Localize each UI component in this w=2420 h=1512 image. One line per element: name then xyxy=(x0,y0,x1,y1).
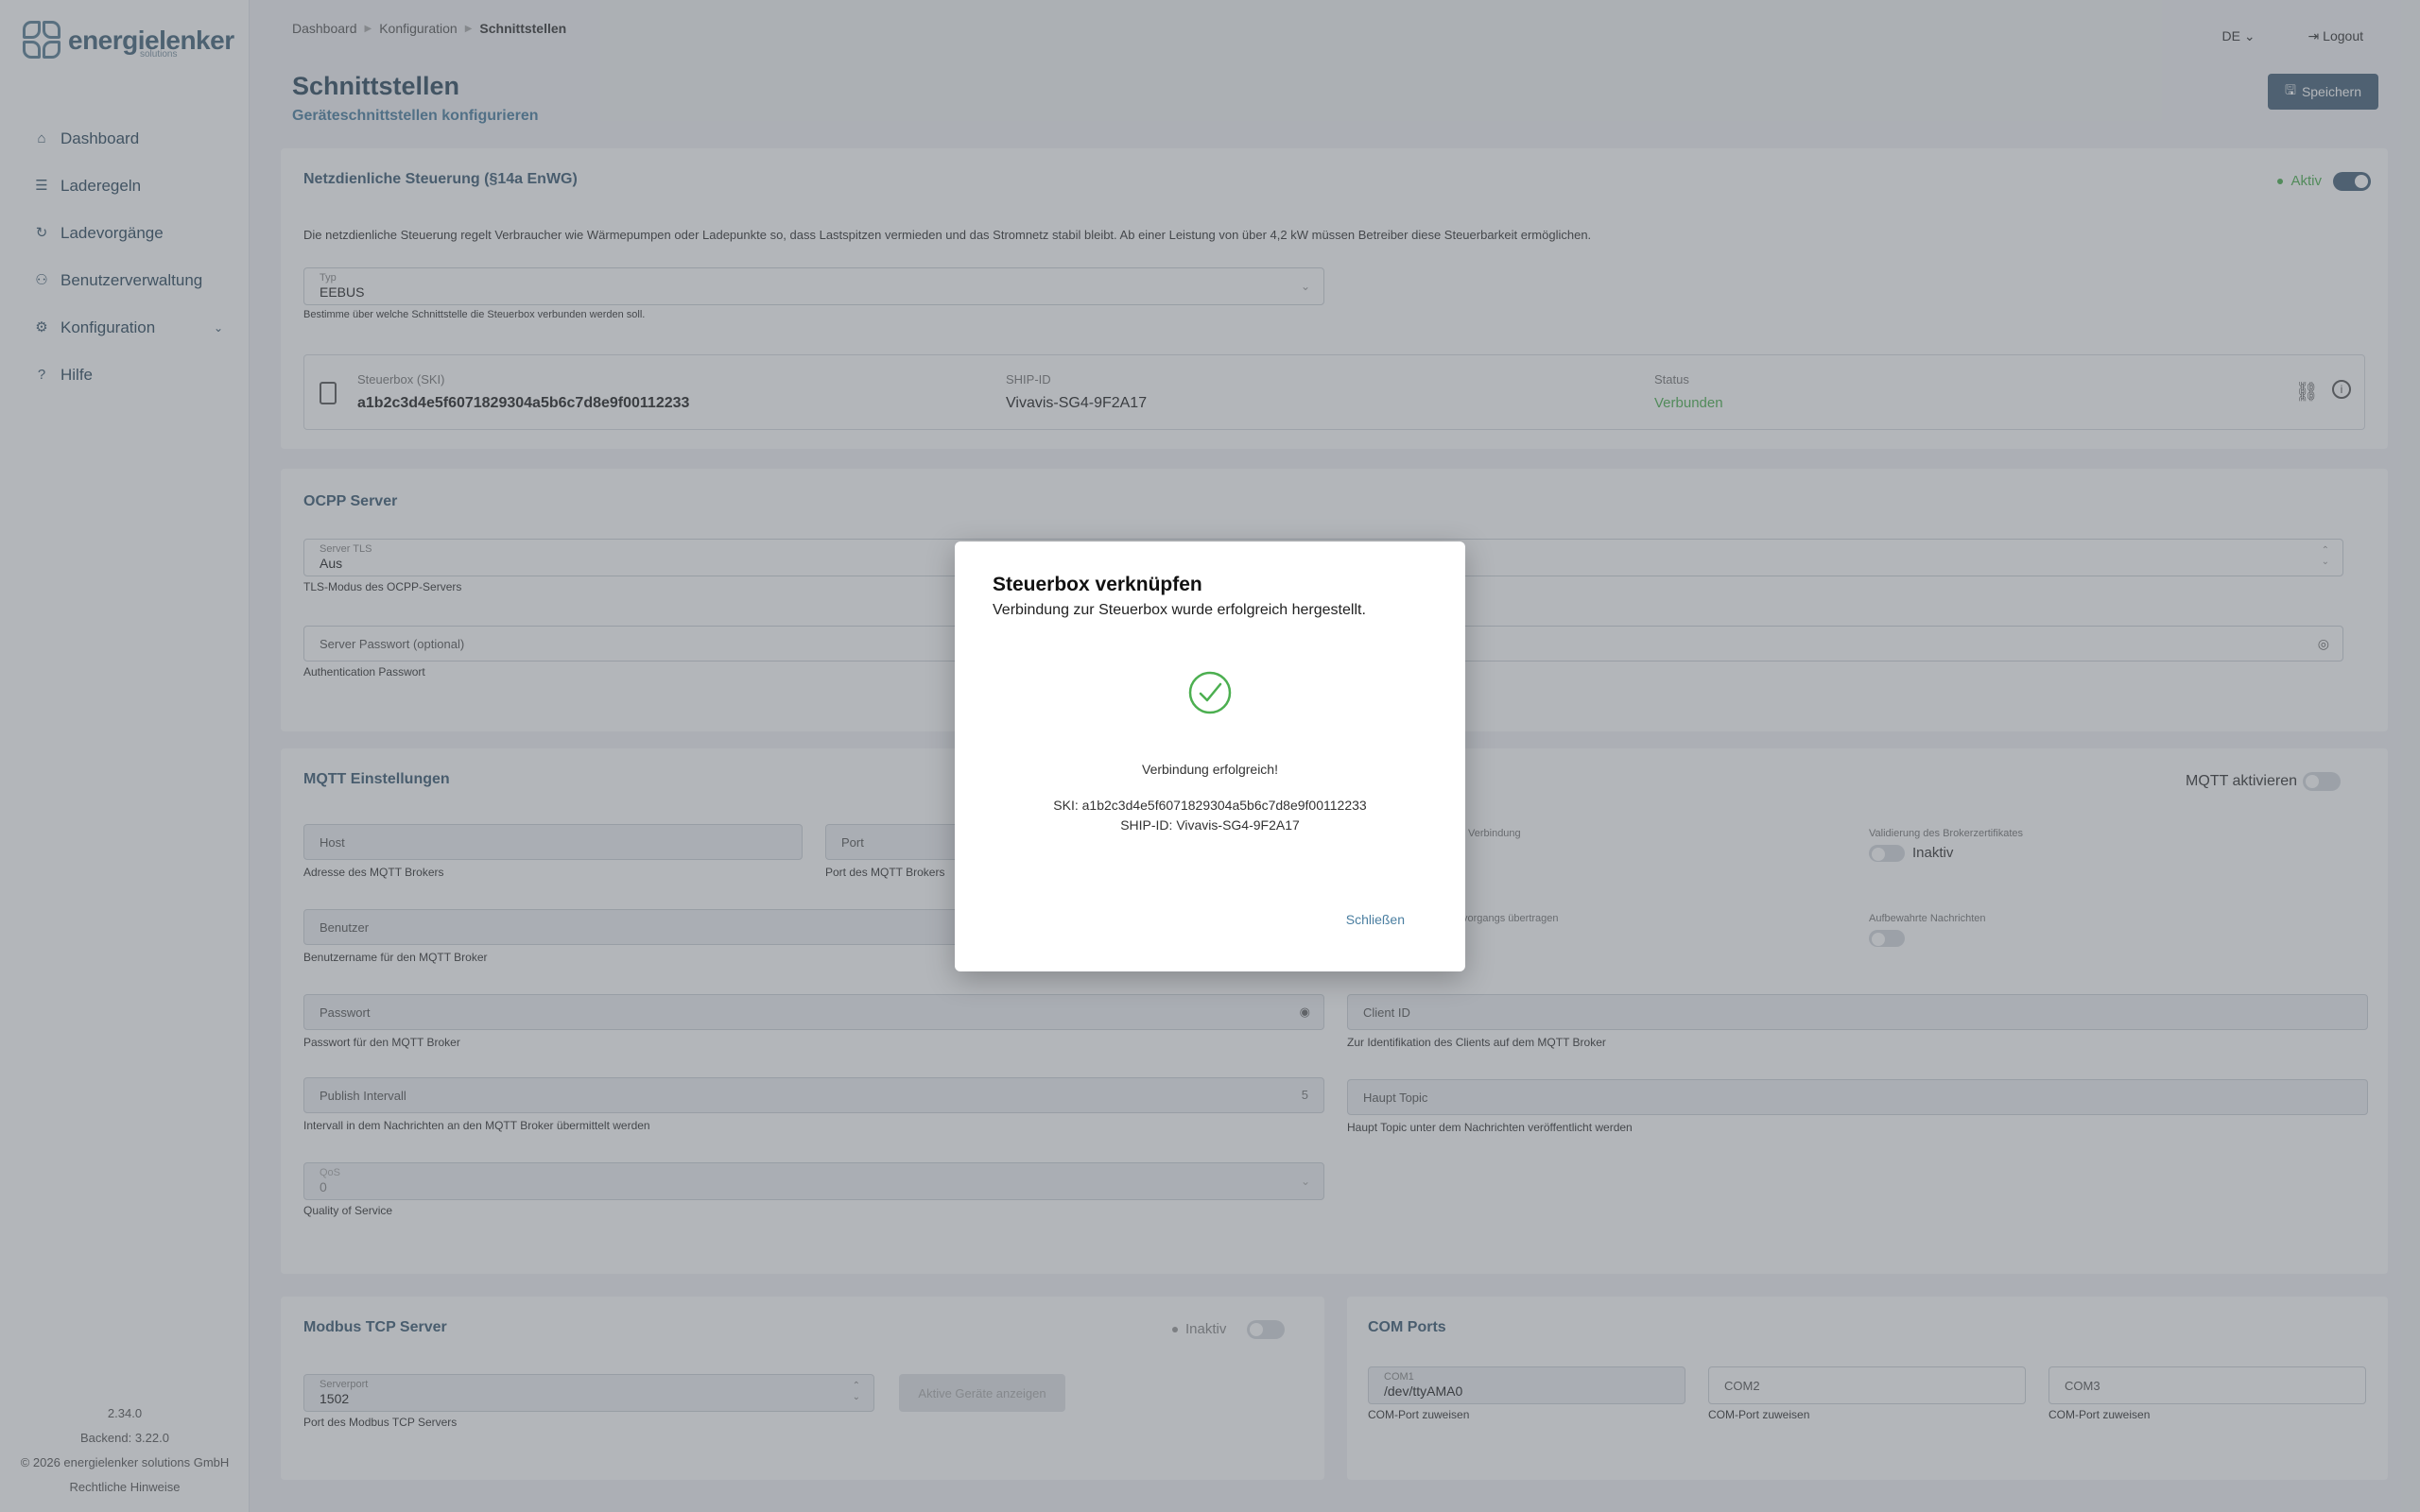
dialog-title: Steuerbox verknüpfen xyxy=(993,574,1202,595)
dialog-success-text: Verbindung erfolgreich! xyxy=(1142,762,1278,777)
success-check-icon xyxy=(1188,671,1232,714)
dialog-ship-id: SHIP-ID: Vivavis-SG4-9F2A17 xyxy=(1120,817,1300,833)
dialog-ski: SKI: a1b2c3d4e5f6071829304a5b6c7d8e9f001… xyxy=(1053,798,1367,813)
close-button[interactable]: Schließen xyxy=(1346,912,1405,927)
steuerbox-dialog: Steuerbox verknüpfen Verbindung zur Steu… xyxy=(955,541,1465,971)
dialog-subtitle: Verbindung zur Steuerbox wurde erfolgrei… xyxy=(993,602,1366,618)
